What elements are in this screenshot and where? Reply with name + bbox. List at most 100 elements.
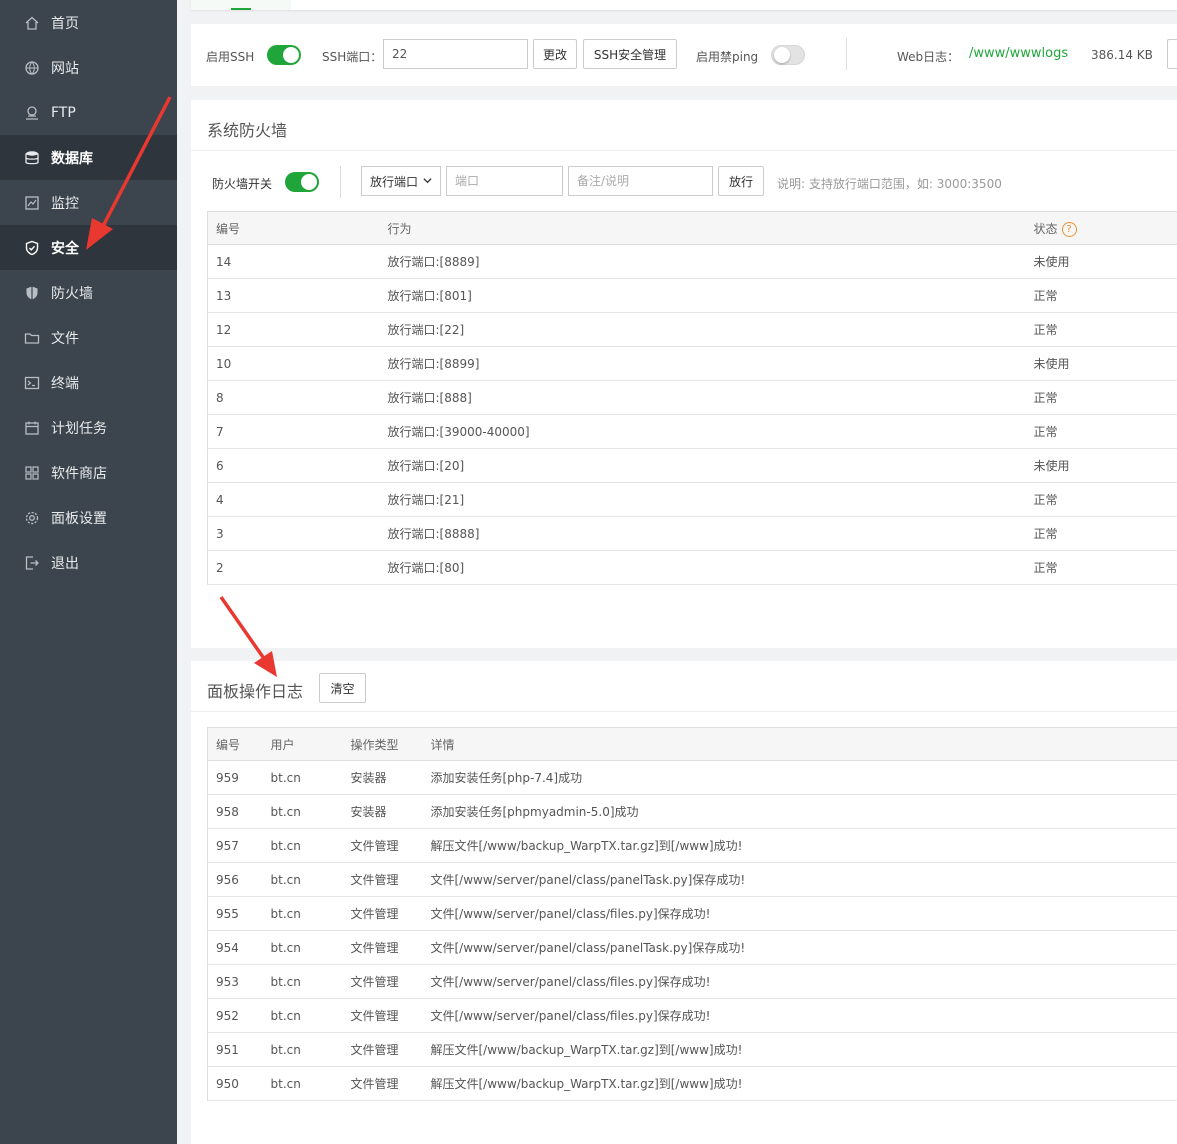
cell-detail: 文件[/www/server/panel/class/panelTask.py]…: [422, 862, 1177, 897]
sidebar-item-logout[interactable]: 退出: [0, 540, 177, 585]
weblog-size: 386.14 KB: [1091, 48, 1153, 62]
divider: [846, 38, 847, 70]
cell-action: 放行端口:[20]: [379, 448, 1026, 483]
column-header-id: 编号: [207, 727, 263, 761]
cell-type: 文件管理: [342, 896, 423, 931]
sidebar-item-label: 退出: [51, 555, 79, 572]
column-header-type: 操作类型: [342, 727, 423, 761]
globe-icon: [24, 60, 40, 76]
cell-status: 正常: [1025, 414, 1177, 449]
main-content: 启用SSH SSH端口： 更改 SSH安全管理 启用禁ping Web日志： /…: [177, 0, 1177, 1144]
sidebar-item-security[interactable]: 安全: [0, 225, 177, 270]
help-icon[interactable]: ?: [1061, 221, 1077, 237]
cell-user: bt.cn: [262, 1066, 343, 1101]
cell-id: 7: [207, 414, 380, 449]
cell-user: bt.cn: [262, 1032, 343, 1067]
ssh-manage-button[interactable]: SSH安全管理: [583, 39, 677, 69]
cell-id: 953: [207, 964, 263, 999]
oplog-card: 面板操作日志 清空 编号 用户 操作类型 详情 959 bt.cn 安装器 添加安装任…: [191, 661, 1177, 1144]
ftp-icon: [24, 105, 40, 121]
cell-action: 放行端口:[8889]: [379, 244, 1026, 279]
oplog-table: 编号 用户 操作类型 详情 959 bt.cn 安装器 添加安装任务[php-7.4]…: [207, 727, 1177, 1101]
table-row: 10 放行端口:[8899] 未使用: [207, 346, 1177, 381]
cell-id: 2: [207, 550, 380, 585]
cell-detail: 解压文件[/www/backup_WarpTX.tar.gz]到[/www]成功…: [422, 1066, 1177, 1101]
cell-detail: 添加安装任务[php-7.4]成功: [422, 760, 1177, 795]
cell-status: 未使用: [1025, 346, 1177, 381]
ssh-port-input[interactable]: [383, 39, 528, 69]
sidebar-item-label: 安全: [51, 240, 79, 257]
ping-toggle[interactable]: [771, 45, 805, 65]
cell-user: bt.cn: [262, 794, 343, 829]
table-row: 954 bt.cn 文件管理 文件[/www/server/panel/class/p…: [207, 930, 1177, 965]
sidebar-item-terminal[interactable]: 终端: [0, 360, 177, 405]
sidebar-item-store[interactable]: 软件商店: [0, 450, 177, 495]
firewall-allow-button[interactable]: 放行: [718, 166, 764, 196]
firewall-type-select[interactable]: 放行端口: [361, 166, 441, 196]
firewall-toggle[interactable]: [285, 172, 319, 192]
ssh-toggle[interactable]: [267, 45, 301, 65]
cell-detail: 解压文件[/www/backup_WarpTX.tar.gz]到[/www]成功…: [422, 828, 1177, 863]
cell-id: 957: [207, 828, 263, 863]
firewall-note-input[interactable]: [568, 166, 713, 196]
cell-id: 952: [207, 998, 263, 1033]
monitor-icon: [24, 195, 40, 211]
column-header-action: 行为: [379, 211, 1026, 245]
cell-status: 正常: [1025, 482, 1177, 517]
sidebar-item-settings[interactable]: 面板设置: [0, 495, 177, 540]
firewall-type-value: 放行端口: [370, 174, 419, 189]
divider: [191, 711, 1177, 712]
cell-action: 放行端口:[21]: [379, 482, 1026, 517]
table-row: 4 放行端口:[21] 正常: [207, 482, 1177, 517]
folder-icon: [24, 330, 40, 346]
sidebar-item-ftp[interactable]: FTP: [0, 90, 177, 135]
ssh-port-change-button[interactable]: 更改: [533, 39, 577, 69]
cell-action: 放行端口:[8888]: [379, 516, 1026, 551]
sidebar-item-home[interactable]: 首页: [0, 0, 177, 45]
table-row: 3 放行端口:[8888] 正常: [207, 516, 1177, 551]
firewall-port-input[interactable]: [446, 166, 563, 196]
oplog-title: 面板操作日志: [207, 682, 304, 701]
cell-status: 正常: [1025, 312, 1177, 347]
sidebar-item-firewall[interactable]: 防火墙: [0, 270, 177, 315]
sidebar-item-database[interactable]: 数据库: [0, 135, 177, 180]
cell-action: 放行端口:[39000-40000]: [379, 414, 1026, 449]
column-header-id: 编号: [207, 211, 380, 245]
sidebar-item-files[interactable]: 文件: [0, 315, 177, 360]
ping-label: 启用禁ping: [696, 50, 759, 64]
table-row: 958 bt.cn 安装器 添加安装任务[phpmyadmin-5.0]成功: [207, 794, 1177, 829]
divider: [340, 166, 341, 198]
cell-user: bt.cn: [262, 862, 343, 897]
cell-status: 正常: [1025, 550, 1177, 585]
cell-detail: 文件[/www/server/panel/class/panelTask.py]…: [422, 930, 1177, 965]
sidebar-item-website[interactable]: 网站: [0, 45, 177, 90]
cell-action: 放行端口:[888]: [379, 380, 1026, 415]
cell-action: 放行端口:[801]: [379, 278, 1026, 313]
tab-active[interactable]: [191, 0, 291, 10]
weblog-label: Web日志：: [897, 50, 960, 64]
sidebar-item-label: 终端: [51, 375, 79, 392]
terminal-icon: [24, 375, 40, 391]
oplog-clear-button[interactable]: 清空: [319, 673, 366, 703]
cell-id: 12: [207, 312, 380, 347]
chevron-down-icon: [423, 174, 432, 188]
cell-id: 950: [207, 1066, 263, 1101]
table-header-row: 编号 行为 状态?: [207, 211, 1177, 245]
cell-user: bt.cn: [262, 964, 343, 999]
cell-id: 956: [207, 862, 263, 897]
weblog-action-button[interactable]: [1167, 39, 1177, 69]
cell-detail: 文件[/www/server/panel/class/files.py]保存成功…: [422, 998, 1177, 1033]
cell-user: bt.cn: [262, 930, 343, 965]
divider: [191, 150, 1177, 151]
table-header-row: 编号 用户 操作类型 详情: [207, 727, 1177, 761]
table-row: 955 bt.cn 文件管理 文件[/www/server/panel/class/f…: [207, 896, 1177, 931]
cell-id: 14: [207, 244, 380, 279]
sidebar-item-monitor[interactable]: 监控: [0, 180, 177, 225]
sidebar-item-label: 数据库: [51, 150, 93, 167]
cell-status: 正常: [1025, 278, 1177, 313]
home-icon: [24, 15, 40, 31]
firewall-title: 系统防火墙: [207, 121, 288, 140]
sidebar-item-cron[interactable]: 计划任务: [0, 405, 177, 450]
weblog-path-link[interactable]: /www/wwwlogs: [969, 46, 1068, 61]
table-row: 2 放行端口:[80] 正常: [207, 550, 1177, 585]
